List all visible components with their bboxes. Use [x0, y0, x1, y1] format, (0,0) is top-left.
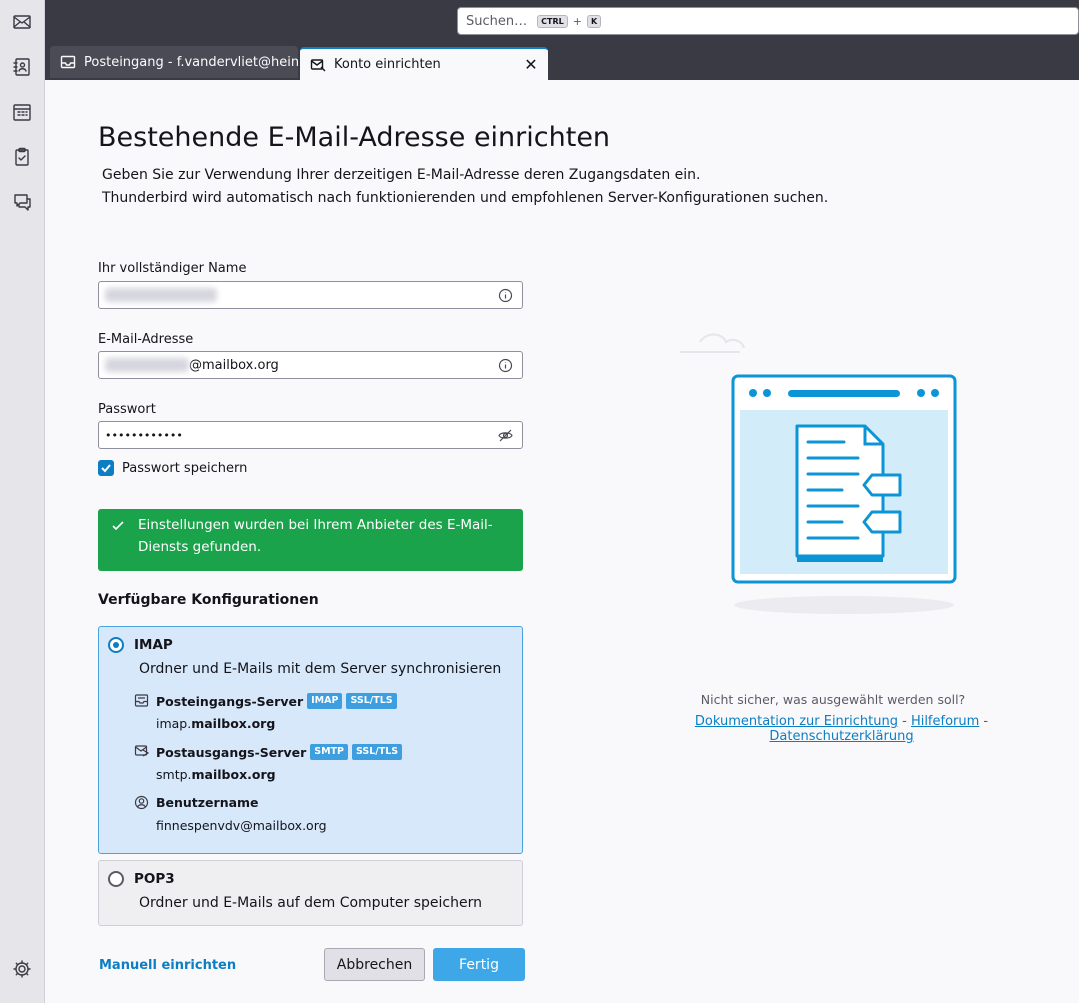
account-setup-tab-icon — [310, 58, 326, 71]
description-line-1: Geben Sie zur Verwendung Ihrer derzeitig… — [102, 167, 701, 183]
done-button[interactable]: Fertig — [433, 948, 525, 981]
email-domain: @mailbox.org — [189, 357, 279, 373]
privacy-policy-link[interactable]: Datenschutzerklärung — [769, 729, 913, 744]
cancel-button[interactable]: Abbrechen — [324, 948, 425, 981]
address-book-icon[interactable] — [10, 55, 34, 79]
info-icon[interactable] — [498, 358, 513, 373]
password-label: Passwort — [98, 402, 156, 417]
remember-password-row[interactable]: Passwort speichern — [98, 460, 247, 476]
account-setup-page: Bestehende E-Mail-Adresse einrichten Geb… — [45, 80, 1079, 1003]
tab-account-setup[interactable]: Konto einrichten ✕ — [300, 47, 548, 80]
incoming-host-domain: mailbox.org — [191, 716, 276, 731]
manual-setup-link[interactable]: Manuell einrichten — [99, 958, 236, 973]
inbox-tab-icon — [60, 55, 76, 69]
page-description: Geben Sie zur Verwendung Ihrer derzeitig… — [102, 164, 828, 210]
shortcut-key-k: K — [586, 14, 602, 28]
title-bar: Suchen… CTRL + K — [45, 0, 1079, 44]
tasks-icon[interactable] — [10, 145, 34, 169]
checkmark-icon — [111, 518, 125, 532]
settings-gear-icon[interactable] — [10, 957, 34, 981]
inbox-server-icon — [134, 693, 149, 708]
configs-section-title: Verfügbare Konfigurationen — [98, 592, 319, 608]
description-line-2: Thunderbird wird automatisch nach funkti… — [102, 190, 829, 206]
setup-docs-link[interactable]: Dokumentation zur Einrichtung — [695, 714, 898, 729]
redacted-name — [105, 288, 217, 302]
calendar-icon[interactable] — [10, 100, 34, 124]
password-dots: •••••••••••• — [105, 428, 183, 442]
page-title: Bestehende E-Mail-Adresse einrichten — [98, 122, 611, 153]
info-icon[interactable] — [498, 288, 513, 303]
help-forum-link[interactable]: Hilfeforum — [911, 714, 979, 729]
mail-space-icon[interactable] — [10, 10, 34, 34]
notice-text: Einstellungen wurden bei Ihrem Anbieter … — [138, 517, 493, 555]
imap-radio[interactable] — [108, 637, 124, 653]
imap-name: IMAP — [134, 637, 173, 653]
tab-bar: Posteingang - f.vandervliet@heinl Konto … — [45, 44, 1079, 80]
pop3-name: POP3 — [134, 871, 175, 887]
incoming-server-title: Posteingangs-Server — [156, 693, 304, 709]
config-option-imap[interactable]: IMAP Ordner und E-Mails mit dem Server s… — [98, 626, 523, 854]
tab-close-icon[interactable]: ✕ — [522, 55, 540, 74]
search-placeholder: Suchen… — [466, 13, 528, 29]
pop3-description: Ordner und E-Mails auf dem Computer spei… — [139, 895, 482, 911]
link-separator: - — [979, 714, 989, 729]
email-label: E-Mail-Adresse — [98, 332, 194, 347]
smtp-protocol-badge: SMTP — [310, 744, 348, 760]
password-input[interactable]: •••••••••••• — [98, 421, 523, 449]
email-input[interactable]: @mailbox.org — [98, 351, 523, 379]
imap-description: Ordner und E-Mails mit dem Server synchr… — [139, 661, 502, 677]
tab-inbox-label: Posteingang - f.vandervliet@heinl — [84, 54, 298, 70]
outgoing-host-domain: mailbox.org — [191, 767, 276, 782]
name-label: Ihr vollständiger Name — [98, 261, 247, 276]
link-separator: - — [897, 714, 911, 729]
chat-icon[interactable] — [10, 190, 34, 214]
pop3-radio[interactable] — [108, 871, 124, 887]
document-window-illustration — [680, 333, 957, 614]
remember-password-label: Passwort speichern — [122, 460, 248, 476]
config-option-pop3[interactable]: POP3 Ordner und E-Mails auf dem Computer… — [98, 860, 523, 926]
help-links: Dokumentation zur Einrichtung - Hilfefor… — [623, 714, 1060, 744]
outgoing-server-title: Postausgangs-Server — [156, 744, 307, 760]
full-name-input[interactable] — [98, 281, 523, 309]
shortcut-key-ctrl: CTRL — [537, 14, 568, 28]
incoming-ssl-badge: SSL/TLS — [346, 693, 397, 709]
tab-account-setup-label: Konto einrichten — [334, 57, 441, 72]
success-notice: Einstellungen wurden bei Ihrem Anbieter … — [98, 509, 523, 571]
username-title: Benutzername — [156, 795, 259, 810]
setup-illustration — [680, 320, 960, 620]
imap-protocol-badge: IMAP — [307, 693, 343, 709]
global-search-box[interactable]: Suchen… CTRL + K — [457, 7, 1079, 35]
eye-slash-icon[interactable] — [498, 428, 513, 443]
help-question: Nicht sicher, was ausgewählt werden soll… — [700, 692, 966, 707]
spaces-toolbar — [0, 0, 45, 1003]
user-icon — [134, 795, 149, 810]
incoming-host-prefix: imap. — [156, 716, 192, 731]
redacted-email-user — [105, 358, 189, 372]
outbox-server-icon — [134, 744, 150, 759]
username-value: finnespenvdv@mailbox.org — [156, 818, 327, 833]
remember-password-checkbox[interactable] — [98, 460, 114, 476]
outgoing-ssl-badge: SSL/TLS — [351, 744, 403, 760]
outgoing-host-prefix: smtp. — [156, 767, 192, 782]
tab-inbox[interactable]: Posteingang - f.vandervliet@heinl — [50, 46, 298, 78]
shortcut-plus: + — [572, 14, 582, 28]
